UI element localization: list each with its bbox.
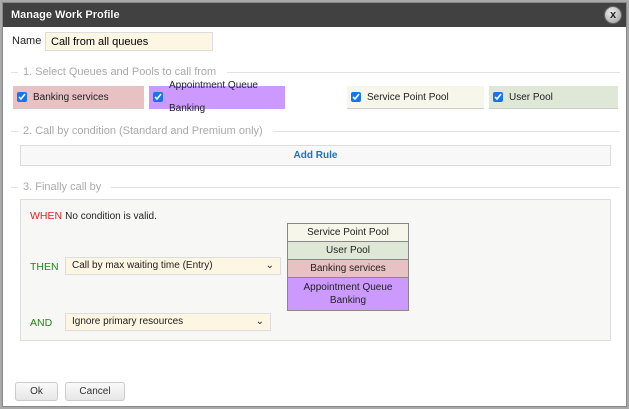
chip-label: Appointment Queue Banking [169,80,258,114]
add-rule-button[interactable]: Add Rule [20,145,611,166]
checkbox[interactable] [351,92,361,102]
pool-service-point[interactable]: Service Point Pool [347,86,484,109]
queue-appointment-banking[interactable]: Appointment Queue Banking [149,80,285,114]
priority-order-list: Service Point Pool User Pool Banking ser… [287,223,409,311]
cancel-button[interactable]: Cancel [65,382,125,401]
ok-button[interactable]: Ok [15,382,58,401]
chip-label: User Pool [509,91,553,103]
and-select[interactable]: Ignore primary resources ⌄ [65,313,271,331]
chevron-down-icon: ⌄ [255,316,264,327]
when-keyword: WHEN [30,210,63,222]
dialog-title: Manage Work Profile [3,3,626,27]
then-keyword: THEN [30,261,59,273]
manage-work-profile-dialog: Manage Work Profile x Name 1. Select Que… [2,2,627,407]
then-select[interactable]: Call by max waiting time (Entry) ⌄ [65,257,281,275]
chevron-down-icon: ⌄ [265,260,274,271]
name-label: Name [12,35,42,47]
final-rule-panel: WHEN No condition is valid. THEN Call by… [20,199,611,341]
and-select-value: Ignore primary resources [72,316,184,327]
then-select-value: Call by max waiting time (Entry) [72,260,213,271]
chip-label: Banking services [33,91,109,103]
order-item[interactable]: Banking services [287,260,409,278]
queue-banking-services[interactable]: Banking services [13,86,144,109]
close-icon[interactable]: x [604,6,622,24]
checkbox[interactable] [153,92,163,102]
order-item[interactable]: User Pool [287,242,409,260]
section2-legend: 2. Call by condition (Standard and Premi… [23,125,263,137]
name-input[interactable] [45,32,213,51]
when-text: No condition is valid. [65,211,157,222]
pool-user[interactable]: User Pool [489,86,618,109]
checkbox[interactable] [17,92,27,102]
checkbox[interactable] [493,92,503,102]
and-keyword: AND [30,317,53,329]
order-item[interactable]: Service Point Pool [287,223,409,242]
section3-legend: 3. Finally call by [23,181,102,193]
chip-label: Service Point Pool [367,91,449,103]
order-item[interactable]: Appointment Queue Banking [287,278,409,311]
